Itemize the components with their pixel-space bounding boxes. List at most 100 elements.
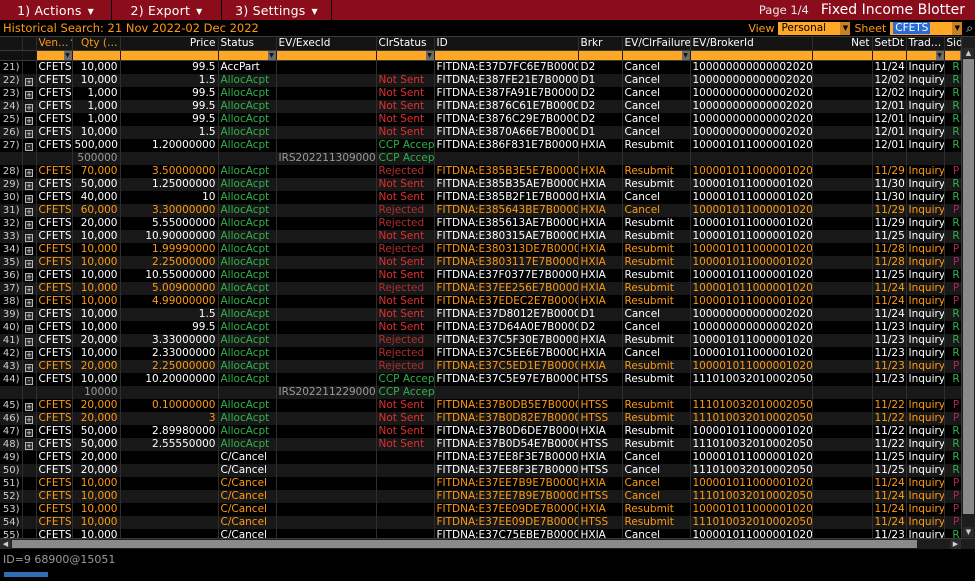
expand-icon[interactable]: + <box>25 104 33 112</box>
expand-icon[interactable]: + <box>25 351 33 359</box>
column-header-clrfail[interactable]: EV/ClrFailureIn… <box>622 37 691 51</box>
expand-icon[interactable]: + <box>25 208 33 216</box>
expand-icon[interactable]: + <box>25 429 33 437</box>
table-row[interactable]: 26) + CFETS 10,000 1.5 AllocAcpt Not Sent FITDN… <box>0 126 975 139</box>
expand-icon[interactable]: + <box>25 247 33 255</box>
expand-icon[interactable]: + <box>25 442 33 450</box>
column-header-execid[interactable]: EV/ExecId <box>276 37 377 51</box>
view-dropdown[interactable]: Personal ▼ <box>778 21 851 35</box>
cell-exp[interactable]: + <box>22 204 37 217</box>
column-header-brokerid[interactable]: EV/BrokerId <box>690 37 813 51</box>
table-row[interactable]: 40) + CFETS 10,000 99.5 AllocAcpt Not Sent FITD… <box>0 321 975 334</box>
table-row[interactable]: 36) + CFETS 10,000 10.55000000 AllocAcpt Not S… <box>0 269 975 282</box>
chevron-down-icon[interactable]: ▼ <box>267 51 275 60</box>
expand-icon[interactable]: + <box>25 78 33 86</box>
chevron-down-icon[interactable]: ▼ <box>681 51 689 60</box>
table-row[interactable]: 39) + CFETS 10,000 1.5 AllocAcpt Not Sent FITDN… <box>0 308 975 321</box>
cell-exp[interactable]: + <box>22 295 37 308</box>
expand-icon[interactable]: + <box>25 130 33 138</box>
table-row[interactable]: 54) CFETS 10,000 C/Cancel FITDNA:E37EE09DE7B… <box>0 516 975 529</box>
expand-icon[interactable]: + <box>25 312 33 320</box>
table-row[interactable]: 50) CFETS 20,000 C/Cancel FITDNA:E37EE8F3E7B… <box>0 464 975 477</box>
expand-icon[interactable]: + <box>25 182 33 190</box>
expand-icon[interactable]: + <box>25 273 33 281</box>
cell-exp[interactable]: + <box>22 100 37 113</box>
expand-icon[interactable]: + <box>25 338 33 346</box>
cell-exp[interactable]: + <box>22 282 37 295</box>
expand-icon[interactable]: + <box>25 117 33 125</box>
table-row[interactable]: 45) + CFETS 20,000 0.10000000 AllocAcpt Not Se… <box>0 399 975 412</box>
column-filter-clrfail[interactable]: ▼ <box>622 50 691 61</box>
table-row[interactable]: 51) CFETS 10,000 C/Cancel FITDNA:E37EE7B9E7B… <box>0 477 975 490</box>
scroll-down-icon[interactable]: ▼ <box>963 527 974 537</box>
column-filter-qty[interactable] <box>72 50 121 61</box>
column-header-brkr[interactable]: Brkr <box>578 37 623 51</box>
table-subrow[interactable]: 10000 IRS20221122900016CCP Accepted <box>0 386 975 399</box>
cell-exp[interactable]: + <box>22 308 37 321</box>
table-row[interactable]: 44) - CFETS 10,000 10.20000000 AllocAcpt CCP A… <box>0 373 975 386</box>
cell-exp[interactable]: + <box>22 321 37 334</box>
column-filter-venue[interactable]: ▼ <box>36 50 73 61</box>
column-header-price[interactable]: Price <box>120 37 219 51</box>
collapse-icon[interactable]: - <box>25 377 33 385</box>
cell-exp[interactable]: - <box>22 373 37 386</box>
column-header-setdt[interactable]: SetDt <box>872 37 907 51</box>
horizontal-scroll-thumb[interactable] <box>12 540 917 548</box>
scroll-up-icon[interactable]: ▲ <box>963 48 974 58</box>
cell-exp[interactable]: + <box>22 191 37 204</box>
table-row[interactable]: 53) CFETS 10,000 C/Cancel FITDNA:E37EE09DE7B… <box>0 503 975 516</box>
table-row[interactable]: 55) CFETS 10,000 C/Cancel FITDNA:E37C75EBE7B… <box>0 529 975 538</box>
table-row[interactable]: 49) CFETS 20,000 C/Cancel FITDNA:E37EE8F3E7B… <box>0 451 975 464</box>
table-row[interactable]: 32) + CFETS 20,000 5.55000000 AllocAcpt Reject… <box>0 217 975 230</box>
expand-icon[interactable]: + <box>25 416 33 424</box>
table-row[interactable]: 27) - CFETS 500,000 1.20000000 AllocAcpt CCP A… <box>0 139 975 152</box>
column-header-net[interactable]: Net <box>812 37 873 51</box>
chevron-down-icon[interactable]: ▼ <box>425 51 433 60</box>
cell-exp[interactable]: + <box>22 399 37 412</box>
horizontal-scrollbar[interactable]: ◀ ▶ <box>0 538 975 549</box>
expand-icon[interactable]: + <box>25 169 33 177</box>
scroll-right-icon[interactable]: ▶ <box>950 539 961 549</box>
expand-icon[interactable]: + <box>25 364 33 372</box>
column-header-trad[interactable]: Trad… <box>906 37 945 51</box>
table-row[interactable]: 22) + CFETS 10,000 1.5 AllocAcpt Not Sent FITDN… <box>0 74 975 87</box>
table-row[interactable]: 30) + CFETS 40,000 10 AllocAcpt Not Sent FITDNA… <box>0 191 975 204</box>
expand-icon[interactable]: + <box>25 91 33 99</box>
column-filter-row[interactable]: ▼▼▼▼▼▼ <box>0 50 975 61</box>
sheet-dropdown[interactable]: CFETS ▼ <box>890 21 963 35</box>
column-header-id[interactable]: ID <box>434 37 579 51</box>
expand-icon[interactable]: + <box>25 234 33 242</box>
table-row[interactable]: 23) + CFETS 1,000 99.5 AllocAcpt Not Sent FITDN… <box>0 87 975 100</box>
vertical-scrollbar[interactable]: ▲ ▼ <box>961 37 975 538</box>
cell-exp[interactable]: + <box>22 438 37 451</box>
table-row[interactable]: 33) + CFETS 10,000 10.90000000 AllocAcpt Not S… <box>0 230 975 243</box>
menu-export[interactable]: 2) Export ▼ <box>112 0 222 20</box>
cell-exp[interactable]: + <box>22 113 37 126</box>
table-row[interactable]: 46) + CFETS 20,000 3 AllocAcpt Not Sent FITDNA:… <box>0 412 975 425</box>
table-row[interactable]: 31) + CFETS 60,000 3.30000000 AllocAcpt Reject… <box>0 204 975 217</box>
column-filter-trad[interactable]: ▼ <box>906 50 945 61</box>
column-header-rownum[interactable] <box>0 37 23 51</box>
cell-exp[interactable]: + <box>22 256 37 269</box>
chevron-down-icon[interactable]: ▼ <box>63 51 71 60</box>
cell-exp[interactable]: - <box>22 139 37 152</box>
column-filter-id[interactable] <box>434 50 579 61</box>
table-row[interactable]: 28) + CFETS 70,000 3.50000000 AllocAcpt Reject… <box>0 165 975 178</box>
column-filter-price[interactable] <box>120 50 219 61</box>
cell-exp[interactable]: + <box>22 74 37 87</box>
column-header-clrstatus[interactable]: ClrStatus <box>376 37 435 51</box>
cell-exp[interactable]: + <box>22 425 37 438</box>
expand-icon[interactable]: + <box>25 286 33 294</box>
column-header-status[interactable]: Status <box>218 37 277 51</box>
table-row[interactable]: 34) + CFETS 10,000 1.99990000 AllocAcpt Reject… <box>0 243 975 256</box>
table-row[interactable]: 42) + CFETS 10,000 2.33000000 AllocAcpt Reject… <box>0 347 975 360</box>
column-header-qty[interactable]: Qty (… <box>72 37 121 51</box>
table-row[interactable]: 29) + CFETS 50,000 1.25000000 AllocAcpt Not Se… <box>0 178 975 191</box>
expand-icon[interactable]: + <box>25 325 33 333</box>
expand-icon[interactable]: + <box>25 195 33 203</box>
column-filter-net[interactable] <box>812 50 873 61</box>
table-row[interactable]: 48) + CFETS 50,000 2.55550000 AllocAcpt Not Se… <box>0 438 975 451</box>
expand-icon[interactable]: + <box>25 403 33 411</box>
column-header-exp[interactable] <box>22 37 37 51</box>
cell-exp[interactable]: + <box>22 165 37 178</box>
